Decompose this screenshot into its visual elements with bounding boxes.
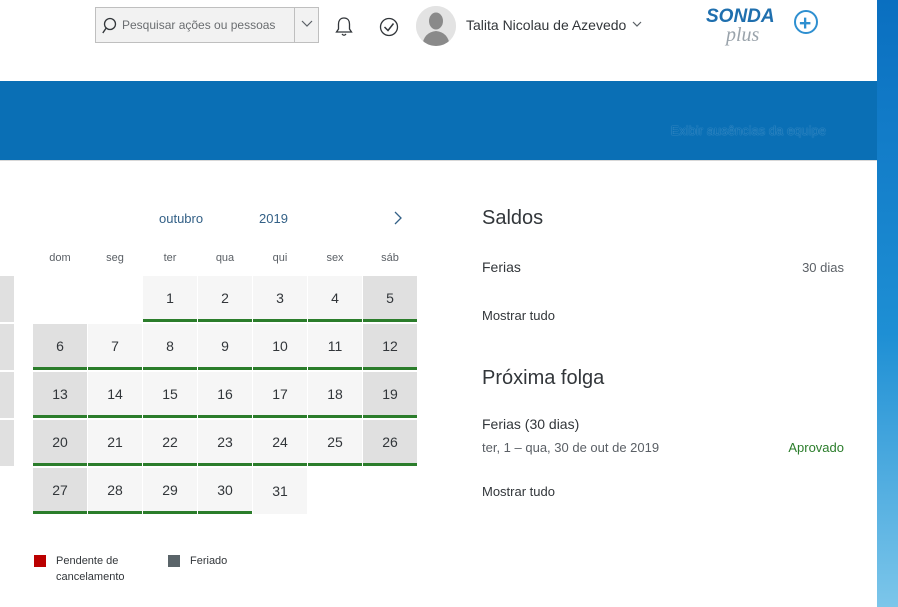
svg-text:+: +: [799, 12, 811, 35]
calendar-day[interactable]: 25: [308, 420, 362, 466]
chevron-down-icon: [301, 20, 313, 27]
calendar-day[interactable]: 4: [308, 276, 362, 322]
svg-text:plus: plus: [724, 24, 760, 46]
prev-calendar-cell: [0, 420, 14, 466]
weekday-label: dom: [49, 252, 71, 264]
calendar-day[interactable]: 20: [33, 420, 87, 466]
tasks-check-icon[interactable]: [377, 15, 401, 39]
calendar-day[interactable]: 5: [363, 276, 417, 322]
calendar-day[interactable]: 15: [143, 372, 197, 418]
show-all-link[interactable]: Mostrar tudo: [482, 484, 555, 499]
calendar-day[interactable]: 8: [143, 324, 197, 370]
weekday-label: sáb: [381, 252, 399, 264]
calendar-day[interactable]: 21: [88, 420, 142, 466]
calendar-day[interactable]: 28: [88, 468, 142, 514]
calendar-day[interactable]: 11: [308, 324, 362, 370]
legend-swatch-holiday: [168, 555, 180, 567]
prev-calendar-cell: [0, 324, 14, 370]
legend-label: Pendente de: [56, 555, 119, 567]
weekday-label: seg: [106, 252, 124, 264]
user-name[interactable]: Talita Nicolau de Azevedo: [466, 17, 626, 33]
prev-calendar-cell: [0, 372, 14, 418]
avatar[interactable]: [416, 6, 456, 46]
shell-header: Talita Nicolau de Azevedo SONDA plus +: [0, 0, 877, 80]
calendar-day[interactable]: 18: [308, 372, 362, 418]
calendar-day[interactable]: 16: [198, 372, 252, 418]
search-icon: [102, 17, 117, 34]
legend-label: cancelamento: [56, 571, 125, 583]
calendar-day[interactable]: 1: [143, 276, 197, 322]
divider: [0, 160, 877, 161]
calendar-day[interactable]: 14: [88, 372, 142, 418]
prev-calendar-cell: [0, 276, 14, 322]
year-selector[interactable]: 2019: [259, 211, 288, 226]
calendar-day[interactable]: 29: [143, 468, 197, 514]
section-title: Saldos: [482, 207, 544, 229]
legend-pending-cancel: Pendente de cancelamento: [56, 553, 125, 585]
team-band: Exibir ausências da equipe: [0, 81, 877, 160]
leave-item-dates: ter, 1 – qua, 30 de out de 2019: [482, 440, 660, 455]
calendar-day[interactable]: 23: [198, 420, 252, 466]
sonda-plus-logo: SONDA plus +: [706, 6, 818, 46]
balance-value: 30 dias: [802, 260, 844, 275]
balance-label: Ferias: [482, 259, 521, 275]
section-title: Próxima folga: [482, 367, 605, 389]
calendar-day[interactable]: 6: [33, 324, 87, 370]
window-edge-gradient: [877, 0, 898, 607]
status-badge: Aprovado: [788, 440, 844, 455]
calendar-day[interactable]: 9: [198, 324, 252, 370]
calendar-day[interactable]: 10: [253, 324, 307, 370]
weekday-label: ter: [163, 252, 177, 264]
calendar-day[interactable]: 26: [363, 420, 417, 466]
calendar-day[interactable]: 27: [33, 468, 87, 514]
month-selector[interactable]: outubro: [159, 211, 203, 226]
calendar-day[interactable]: 22: [143, 420, 197, 466]
calendar-day[interactable]: 19: [363, 372, 417, 418]
show-all-link[interactable]: Mostrar tudo: [482, 308, 555, 323]
legend-holiday: Feriado: [190, 555, 228, 567]
search-box[interactable]: [95, 7, 319, 43]
calendar-day[interactable]: 17: [253, 372, 307, 418]
calendar-day[interactable]: 13: [33, 372, 87, 418]
leave-item-title[interactable]: Ferias (30 dias): [482, 416, 579, 432]
weekday-label: sex: [326, 252, 344, 264]
weekday-label: qua: [215, 252, 235, 264]
search-input[interactable]: [122, 8, 294, 42]
person-icon: [416, 6, 456, 46]
calendar-day[interactable]: 7: [88, 324, 142, 370]
calendar-day[interactable]: 30: [198, 468, 252, 514]
chevron-down-icon[interactable]: [632, 21, 642, 28]
calendar-day[interactable]: 31: [253, 468, 307, 514]
search-scope-dropdown[interactable]: [294, 8, 318, 42]
bell-icon[interactable]: [332, 15, 356, 39]
calendar-day[interactable]: 3: [253, 276, 307, 322]
chevron-right-icon[interactable]: [390, 208, 406, 228]
calendar-day[interactable]: 12: [363, 324, 417, 370]
legend-swatch-pending: [34, 555, 46, 567]
calendar-day[interactable]: 2: [198, 276, 252, 322]
weekday-label: qui: [272, 252, 288, 264]
team-absences-link[interactable]: Exibir ausências da equipe: [671, 123, 826, 138]
calendar-day[interactable]: 24: [253, 420, 307, 466]
